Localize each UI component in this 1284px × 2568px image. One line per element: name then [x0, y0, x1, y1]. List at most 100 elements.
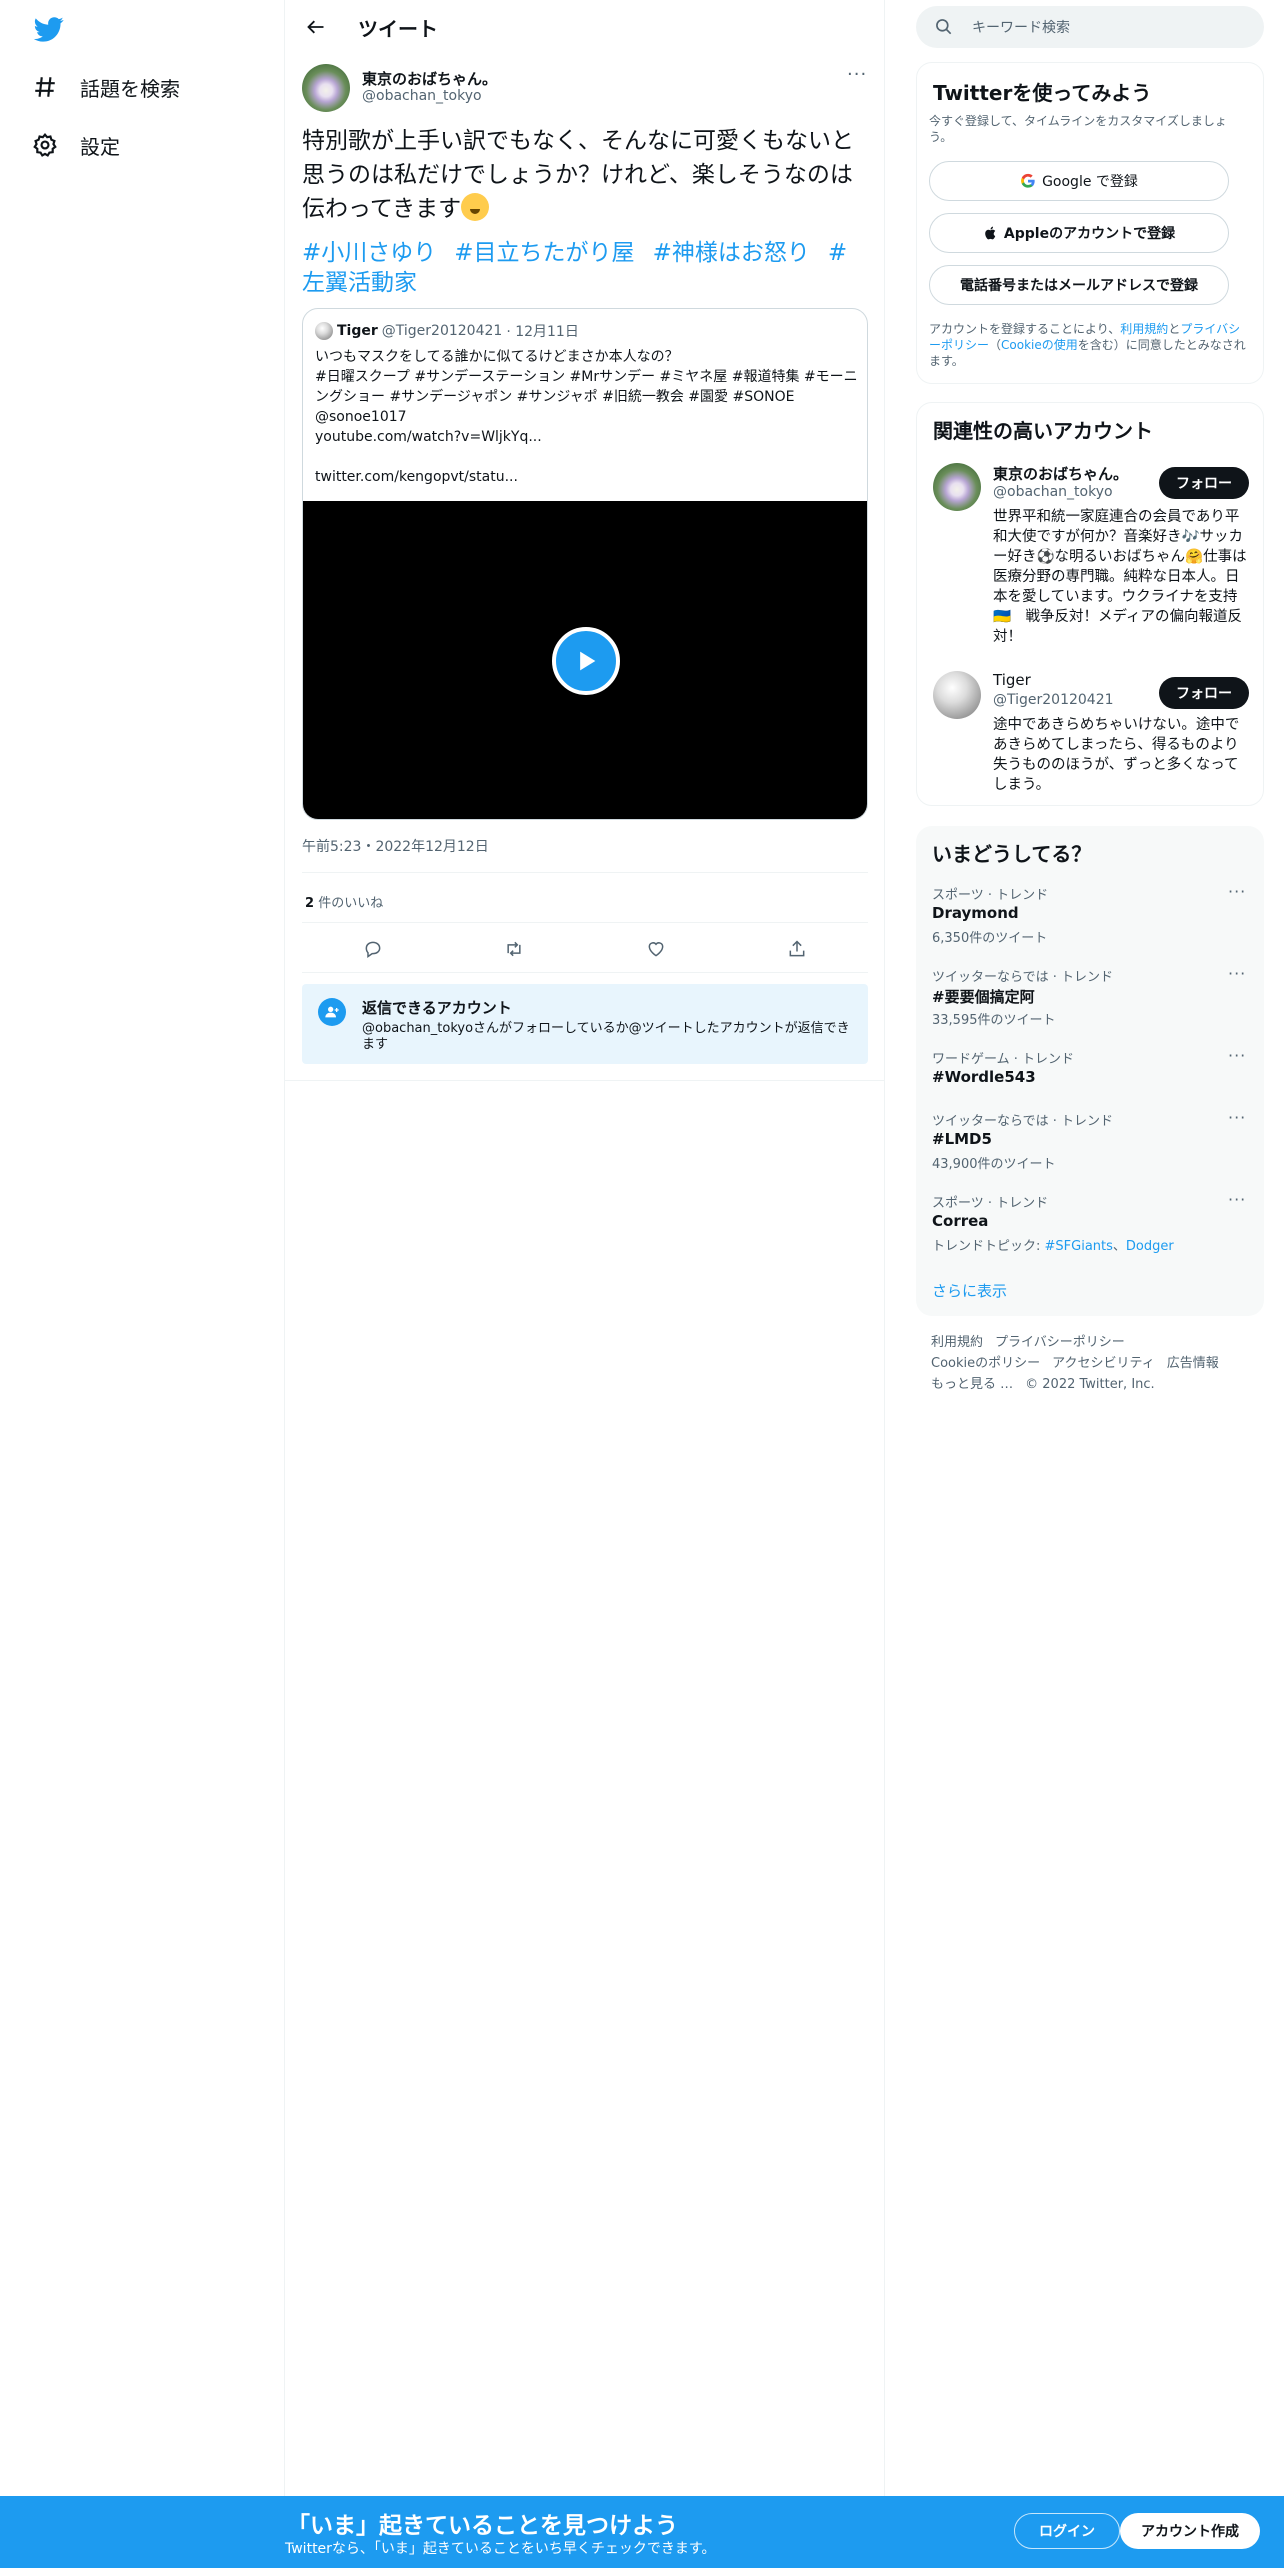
quoted-author-name: Tiger: [337, 323, 378, 339]
more-options-icon[interactable]: ···: [1228, 1190, 1246, 1209]
trend-topic-prefix: トレンドトピック:: [932, 1239, 1045, 1254]
search-box[interactable]: キーワード検索: [916, 6, 1264, 48]
likes-number: 2: [305, 896, 315, 911]
shushing-face-emoji-icon: [461, 193, 490, 221]
trend-topic-link[interactable]: #SFGiants: [1045, 1239, 1113, 1254]
quoted-tweet-header: Tiger @Tiger20120421 · 12月11日: [315, 321, 579, 341]
search-placeholder: キーワード検索: [972, 20, 1070, 36]
signup-card-title: Twitterを使ってみよう: [933, 81, 1152, 105]
account-name[interactable]: Tiger: [993, 671, 1031, 689]
hashtag-link[interactable]: #小川さゆり: [302, 240, 436, 266]
back-arrow-icon[interactable]: [301, 13, 331, 41]
quoted-tweet[interactable]: Tiger @Tiger20120421 · 12月11日 いつもマスクをしてる…: [302, 308, 868, 820]
google-signup-button[interactable]: Google で登録: [929, 161, 1229, 201]
more-options-icon[interactable]: ···: [847, 64, 867, 85]
trend-item[interactable]: ツイッターならでは · トレンド #要要個搞定阿 33,595件のツイート ··…: [916, 964, 1264, 1046]
nav-item-settings[interactable]: 設定: [30, 120, 120, 170]
footer-links: 利用規約 プライバシーポリシー Cookieのポリシー アクセシビリティ 広告情報 も…: [931, 1332, 1251, 1395]
account-handle[interactable]: @Tiger20120421: [993, 692, 1114, 708]
tweet-actions: [302, 934, 868, 964]
account-avatar[interactable]: [933, 463, 981, 511]
account-avatar[interactable]: [933, 671, 981, 719]
author-name[interactable]: 東京のおばちゃん。: [362, 68, 497, 89]
account-bio: 途中であきらめちゃいけない。途中であきらめてしまったら、得るものより失うもののほ…: [993, 717, 1240, 793]
related-accounts-card: 関連性の高いアカウント 東京のおばちゃん。 @obachan_tokyo フォロ…: [916, 402, 1264, 806]
terms-link[interactable]: 利用規約: [1120, 322, 1168, 336]
footer-link[interactable]: 利用規約: [931, 1335, 983, 1350]
account-handle[interactable]: @obachan_tokyo: [993, 484, 1113, 500]
show-more-link[interactable]: さらに表示: [932, 1280, 1007, 1301]
nav-item-explore[interactable]: 話題を検索: [30, 62, 180, 112]
trend-name: #要要個搞定阿: [932, 988, 1035, 1006]
more-options-icon[interactable]: ···: [1228, 1046, 1246, 1065]
bottom-bar-subtitle: Twitterなら、「いま」起きていることをいち早くチェックできます。: [285, 2541, 716, 2557]
hashtag-link[interactable]: #神様はお怒り: [653, 240, 810, 266]
trend-name: #Wordle543: [932, 1068, 1036, 1086]
footer-link[interactable]: Cookieのポリシー: [931, 1356, 1040, 1371]
trend-context: スポーツ · トレンド: [932, 888, 1049, 903]
page-header: ツイート: [285, 0, 885, 53]
tweet-timestamp[interactable]: 午前5:23・2022年12月12日: [302, 836, 489, 856]
like-heart-icon[interactable]: [636, 934, 676, 964]
footer-link[interactable]: プライバシーポリシー: [995, 1335, 1125, 1350]
tweet-text: 特別歌が上手い訳でもなく、そんなに可愛くもないと思うのは私だけでしょうか？けれど…: [302, 124, 862, 226]
divider: [302, 872, 868, 873]
signup-card: Twitterを使ってみよう 今すぐ登録して、タイムラインをカスタマイズしましょ…: [916, 62, 1264, 384]
more-options-icon[interactable]: ···: [1228, 882, 1246, 901]
retweet-icon[interactable]: [494, 934, 534, 964]
author-avatar[interactable]: [302, 64, 350, 112]
footer-more-link[interactable]: もっと見る …: [931, 1377, 1013, 1392]
signup-bottom-bar: 「いま」起きていることを見つけよう Twitterなら、「いま」起きていることを…: [0, 2496, 1284, 2568]
google-icon: [1021, 173, 1035, 188]
copyright: © 2022 Twitter, Inc.: [1025, 1377, 1155, 1392]
more-options-icon[interactable]: ···: [1228, 1108, 1246, 1127]
signup-card-subtitle: 今すぐ登録して、タイムラインをカスタマイズしましょう。: [929, 114, 1227, 144]
trend-context: ツイッターならでは · トレンド: [932, 970, 1114, 985]
trends-title: いまどうしてる？: [932, 842, 1092, 866]
cookie-link[interactable]: Cookieの使用: [1001, 338, 1078, 352]
quoted-author-handle: @Tiger20120421: [381, 323, 503, 339]
signup-terms: アカウントを登録することにより、利用規約とプライバシーポリシー（Cookieの使…: [929, 321, 1249, 369]
phone-email-signup-button[interactable]: 電話番号またはメールアドレスで登録: [929, 265, 1229, 305]
phone-email-signup-label: 電話番号またはメールアドレスで登録: [960, 278, 1198, 294]
trend-name: Draymond: [932, 904, 1019, 922]
divider: [302, 922, 868, 923]
login-button[interactable]: ログイン: [1014, 2513, 1120, 2549]
author-handle[interactable]: @obachan_tokyo: [362, 88, 482, 104]
account-bio: 世界平和統一家庭連合の会員であり平和大使ですが何か？音楽好き🎶サッカー好き⚽な明…: [993, 509, 1247, 645]
footer-link[interactable]: アクセシビリティ: [1052, 1356, 1155, 1371]
quoted-link[interactable]: youtube.com/watch?v=WljkYq...: [315, 427, 860, 447]
user-add-icon: [318, 998, 346, 1026]
more-options-icon[interactable]: ···: [1228, 964, 1246, 983]
hashtag-icon: [30, 72, 60, 102]
trend-topic-link[interactable]: Dodger: [1126, 1239, 1174, 1254]
footer-link[interactable]: 広告情報: [1167, 1356, 1219, 1371]
trend-item[interactable]: ツイッターならでは · トレンド #LMD5 43,900件のツイート ···: [916, 1108, 1264, 1190]
trend-count: 43,900件のツイート: [932, 1157, 1056, 1172]
likes-label: 件のいいね: [318, 896, 384, 911]
terms-text: （: [989, 338, 1002, 352]
apple-signup-button[interactable]: Appleのアカウントで登録: [929, 213, 1229, 253]
trend-count: 6,350件のツイート: [932, 931, 1048, 946]
trend-item[interactable]: ワードゲーム · トレンド #Wordle543 ···: [916, 1046, 1264, 1104]
follow-button[interactable]: フォロー: [1159, 677, 1249, 709]
quoted-link[interactable]: twitter.com/kengopvt/statu...: [315, 467, 860, 487]
video-player[interactable]: [303, 501, 867, 819]
play-button[interactable]: [552, 627, 620, 695]
hashtag-link[interactable]: #目立ちたがり屋: [454, 240, 634, 266]
quoted-line: [315, 447, 860, 467]
quoted-date: · 12月11日: [506, 324, 579, 340]
trend-context: ワードゲーム · トレンド: [932, 1052, 1075, 1067]
likes-count[interactable]: 2 件のいいね: [305, 892, 383, 911]
related-accounts-title: 関連性の高いアカウント: [933, 419, 1153, 443]
reply-icon[interactable]: [353, 934, 393, 964]
signup-button[interactable]: アカウント作成: [1120, 2513, 1260, 2549]
twitter-logo-icon[interactable]: [32, 14, 66, 44]
trend-item[interactable]: スポーツ · トレンド Draymond 6,350件のツイート ···: [916, 882, 1264, 964]
nav-item-label: 設定: [80, 134, 120, 159]
account-name[interactable]: 東京のおばちゃん。: [993, 463, 1128, 484]
share-icon[interactable]: [777, 934, 817, 964]
trend-count: 33,595件のツイート: [932, 1013, 1056, 1028]
follow-button[interactable]: フォロー: [1159, 467, 1249, 499]
trend-item[interactable]: スポーツ · トレンド Correa トレンドトピック: #SFGiants、D…: [916, 1190, 1264, 1272]
